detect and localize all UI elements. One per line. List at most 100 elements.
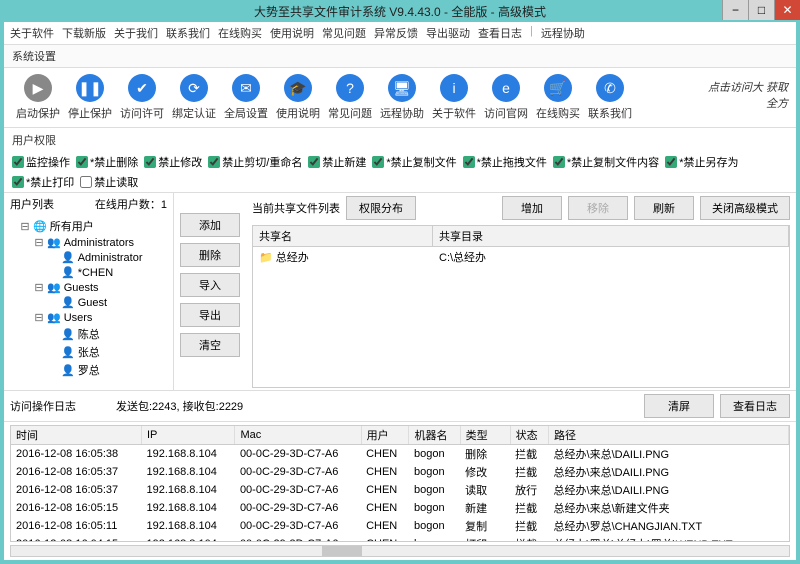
tool-全局设置[interactable]: ✉全局设置 (220, 74, 272, 121)
maximize-button[interactable]: □ (748, 0, 774, 20)
menu-9[interactable]: 查看日志 (478, 25, 522, 41)
menu-1[interactable]: 下载新版 (62, 25, 106, 41)
share-remove-button[interactable]: 移除 (568, 196, 628, 220)
log-col[interactable]: 时间 (11, 426, 141, 445)
share-table[interactable]: 共享名 共享目录 📁 总经办C:\总经办 (252, 225, 790, 388)
tool-icon: e (492, 74, 520, 102)
add-button[interactable]: 添加 (180, 213, 240, 237)
perm-9[interactable]: *禁止打印 (12, 174, 74, 190)
delete-button[interactable]: 删除 (180, 243, 240, 267)
export-button[interactable]: 导出 (180, 303, 240, 327)
share-row[interactable]: 📁 总经办C:\总经办 (253, 247, 789, 267)
log-col[interactable]: 类型 (460, 426, 510, 445)
tool-停止保护[interactable]: ❚❚停止保护 (64, 74, 116, 121)
perm-checkbox[interactable] (553, 156, 565, 168)
close-advanced-button[interactable]: 关闭高级模式 (700, 196, 790, 220)
perm-5[interactable]: *禁止复制文件 (372, 154, 456, 170)
perm-10[interactable]: 禁止读取 (80, 174, 138, 190)
tree-node[interactable]: ⊟👥Users (8, 310, 169, 325)
perm-checkbox[interactable] (12, 156, 24, 168)
tree-node[interactable]: ⊟👥Administrators (8, 235, 169, 250)
log-col[interactable]: IP (141, 426, 234, 445)
perm-6[interactable]: *禁止拖拽文件 (463, 154, 547, 170)
view-log-button[interactable]: 查看日志 (720, 394, 790, 418)
log-col[interactable]: 状态 (510, 426, 548, 445)
perm-checkbox[interactable] (12, 176, 24, 188)
perm-checkbox[interactable] (308, 156, 320, 168)
log-row[interactable]: 2016-12-08 16:05:38192.168.8.10400-0C-29… (11, 445, 789, 464)
tool-label: 联系我们 (588, 105, 632, 121)
clear-log-button[interactable]: 清屏 (644, 394, 714, 418)
expand-icon[interactable]: ⊟ (34, 311, 44, 324)
tool-绑定认证[interactable]: ⟳绑定认证 (168, 74, 220, 121)
perm-1[interactable]: *禁止删除 (76, 154, 138, 170)
tree-node[interactable]: 👤Administrator (8, 250, 169, 265)
log-col[interactable]: 路径 (549, 426, 789, 445)
perm-checkbox[interactable] (208, 156, 220, 168)
tree-node[interactable]: 👤Guest (8, 295, 169, 310)
tool-icon: ▶ (24, 74, 52, 102)
tool-icon: ⟳ (180, 74, 208, 102)
log-col[interactable]: Mac (235, 426, 361, 445)
log-row[interactable]: 2016-12-08 16:05:15192.168.8.10400-0C-29… (11, 499, 789, 517)
import-button[interactable]: 导入 (180, 273, 240, 297)
log-row[interactable]: 2016-12-08 16:05:11192.168.8.10400-0C-29… (11, 517, 789, 535)
perm-8[interactable]: *禁止另存为 (665, 154, 738, 170)
tree-node[interactable]: ⊟👥Guests (8, 280, 169, 295)
log-col[interactable]: 用户 (361, 426, 409, 445)
menu-7[interactable]: 异常反馈 (374, 25, 418, 41)
tool-关于软件[interactable]: i关于软件 (428, 74, 480, 121)
perm-7[interactable]: *禁止复制文件内容 (553, 154, 659, 170)
menu-2[interactable]: 关于我们 (114, 25, 158, 41)
tree-node[interactable]: ⊟🌐所有用户 (8, 217, 169, 235)
perm-checkbox[interactable] (372, 156, 384, 168)
tree-node[interactable]: 👤*CHEN (8, 265, 169, 280)
perm-2[interactable]: 禁止修改 (144, 154, 202, 170)
log-table[interactable]: 时间IPMac用户机器名类型状态路径2016-12-08 16:05:38192… (10, 425, 790, 542)
perm-dist-button[interactable]: 权限分布 (346, 196, 416, 220)
perm-3[interactable]: 禁止剪切/重命名 (208, 154, 302, 170)
tree-node[interactable]: 👤张总 (8, 343, 169, 361)
perm-checkbox[interactable] (80, 176, 92, 188)
log-row[interactable]: 2016-12-08 16:05:37192.168.8.10400-0C-29… (11, 481, 789, 499)
tool-在线购买[interactable]: 🛒在线购买 (532, 74, 584, 121)
expand-icon[interactable]: ⊟ (20, 220, 30, 233)
tool-使用说明[interactable]: 🎓使用说明 (272, 74, 324, 121)
log-row[interactable]: 2016-12-08 16:04:15192.168.8.10400-0C-29… (11, 535, 789, 542)
menu-11[interactable]: 远程协助 (541, 25, 585, 41)
tool-访问许可[interactable]: ✔访问许可 (116, 74, 168, 121)
perm-checkbox[interactable] (463, 156, 475, 168)
tool-访问官网[interactable]: e访问官网 (480, 74, 532, 121)
minimize-button[interactable]: − (722, 0, 748, 20)
menu-5[interactable]: 使用说明 (270, 25, 314, 41)
log-col[interactable]: 机器名 (409, 426, 460, 445)
clear-button[interactable]: 清空 (180, 333, 240, 357)
share-refresh-button[interactable]: 刷新 (634, 196, 694, 220)
tree-buttons: 添加 删除 导入 导出 清空 (174, 193, 246, 390)
menu-0[interactable]: 关于软件 (10, 25, 54, 41)
perm-checkbox[interactable] (144, 156, 156, 168)
expand-icon[interactable]: ⊟ (34, 236, 44, 249)
tool-label: 使用说明 (276, 105, 320, 121)
menu-4[interactable]: 在线购买 (218, 25, 262, 41)
menu-8[interactable]: 导出驱动 (426, 25, 470, 41)
perm-checkbox[interactable] (76, 156, 88, 168)
tool-启动保护[interactable]: ▶启动保护 (12, 74, 64, 121)
share-add-button[interactable]: 增加 (502, 196, 562, 220)
perm-checkbox[interactable] (665, 156, 677, 168)
close-button[interactable]: ✕ (774, 0, 800, 20)
tool-联系我们[interactable]: ✆联系我们 (584, 74, 636, 121)
log-row[interactable]: 2016-12-08 16:05:37192.168.8.10400-0C-29… (11, 463, 789, 481)
tree-node[interactable]: 👤罗总 (8, 361, 169, 379)
perm-4[interactable]: 禁止新建 (308, 154, 366, 170)
tool-远程协助[interactable]: 🖥远程协助 (376, 74, 428, 121)
tree-node[interactable]: 👤陈总 (8, 325, 169, 343)
expand-icon[interactable]: ⊟ (34, 281, 44, 294)
tool-常见问题[interactable]: ?常见问题 (324, 74, 376, 121)
ad-banner[interactable]: 点击访问大 获取全方 (698, 79, 788, 117)
perm-0[interactable]: 监控操作 (12, 154, 70, 170)
menu-6[interactable]: 常见问题 (322, 25, 366, 41)
horizontal-scrollbar[interactable] (10, 545, 790, 557)
user-tree[interactable]: ⊟🌐所有用户⊟👥Administrators👤Administrator👤*CH… (4, 215, 173, 390)
menu-3[interactable]: 联系我们 (166, 25, 210, 41)
